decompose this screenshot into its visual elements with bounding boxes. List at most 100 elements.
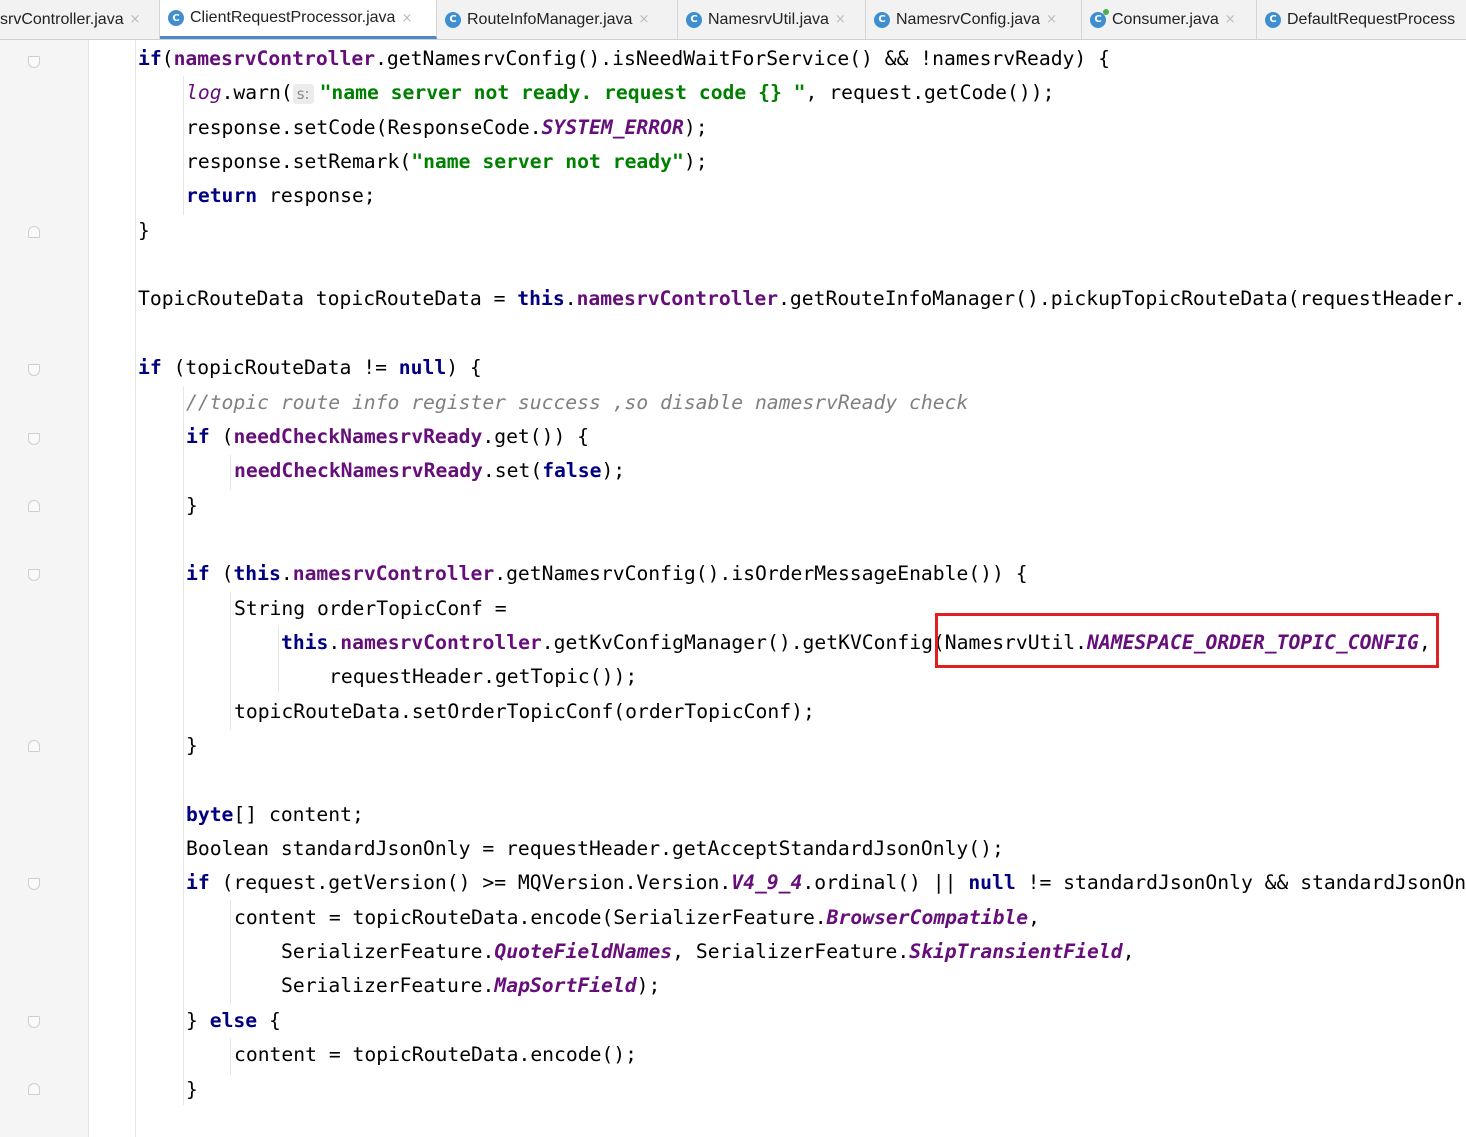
code-line[interactable]: } <box>138 214 150 248</box>
code-token: ) { <box>446 356 482 380</box>
code-token: "name server not ready" <box>411 150 684 174</box>
code-token: MapSortField <box>494 974 637 998</box>
code-token: response; <box>257 184 376 208</box>
code-token: SerializerFeature. <box>281 974 495 998</box>
indent-guide <box>183 386 184 1105</box>
code-line[interactable]: if (topicRouteData != null) { <box>138 351 482 385</box>
code-token: .getRouteInfoManager().pickupTopicRouteD… <box>778 287 1466 311</box>
code-line[interactable]: response.setCode(ResponseCode.SYSTEM_ERR… <box>186 111 708 145</box>
code-line[interactable]: SerializerFeature.QuoteFieldNames, Seria… <box>281 935 1134 969</box>
code-token: needCheckNamesrvReady <box>234 459 483 483</box>
code-token: ( <box>209 562 234 586</box>
code-line[interactable]: if (request.getVersion() >= MQVersion.Ve… <box>186 866 1466 900</box>
code-token: , <box>1028 905 1041 929</box>
code-token: . <box>564 287 577 311</box>
code-token: if <box>186 871 210 895</box>
code-token: namesrvController <box>340 630 542 654</box>
code-line[interactable]: content = topicRouteData.encode(Serializ… <box>234 901 1040 935</box>
code-line[interactable]: } <box>186 1073 198 1107</box>
code-token: . <box>280 562 293 586</box>
code-token: [] content; <box>233 802 364 826</box>
code-line[interactable]: } <box>186 729 198 763</box>
code-token: } <box>186 1077 198 1101</box>
indent-guide <box>183 76 184 215</box>
code-token: SkipTransientField <box>909 940 1123 964</box>
code-token: ( <box>209 424 234 448</box>
code-token: if <box>186 424 210 448</box>
code-token: } <box>186 493 198 517</box>
code-token: , request.getCode()); <box>805 81 1055 105</box>
code-token: } <box>138 218 150 242</box>
code-token: this <box>517 287 565 311</box>
code-token: else <box>209 1008 258 1032</box>
code-token: ); <box>601 459 626 483</box>
code-token: ); <box>636 974 661 998</box>
code-line[interactable]: byte[] content; <box>186 798 364 832</box>
indent-guide <box>230 592 231 730</box>
code-token: requestHeader.getTopic()); <box>329 665 638 689</box>
code-token: response.setRemark( <box>186 150 412 174</box>
code-line[interactable]: if (this.namesrvController.getNamesrvCon… <box>186 557 1028 591</box>
code-token: byte <box>186 802 234 826</box>
indent-guide <box>278 626 279 693</box>
code-token: SerializerFeature. <box>281 940 495 964</box>
code-line[interactable]: topicRouteData.setOrderTopicConf(orderTo… <box>234 695 815 729</box>
code-line[interactable]: //topic route info register success ,so … <box>186 386 968 420</box>
code-token: this <box>233 562 281 586</box>
code-token: . <box>328 630 341 654</box>
code-token: V4_9_4 <box>731 871 803 895</box>
code-token: { <box>257 1008 281 1032</box>
code-line[interactable]: content = topicRouteData.encode(); <box>234 1038 637 1072</box>
indent-guide <box>230 455 231 490</box>
code-token: "name server not ready. request code {} … <box>319 81 806 105</box>
code-token: .warn( <box>221 81 293 105</box>
indent-guide <box>230 900 231 1005</box>
code-token: .getNamesrvConfig().isNeedWaitForService… <box>375 47 1110 70</box>
code-line[interactable]: } <box>186 489 198 523</box>
parameter-hint: s: <box>292 83 314 104</box>
code-token: topicRouteData.setOrderTopicConf(orderTo… <box>234 699 815 723</box>
code-line[interactable]: TopicRouteData topicRouteData = this.nam… <box>138 282 1466 316</box>
code-line[interactable]: } else { <box>186 1004 281 1038</box>
code-line[interactable]: log.warn(s: "name server not ready. reque… <box>186 76 1054 110</box>
code-line[interactable]: if (needCheckNamesrvReady.get()) { <box>186 420 589 454</box>
code-token: BrowserCompatible <box>826 905 1029 929</box>
code-token: .set( <box>482 459 543 483</box>
code-token: namesrvController <box>292 562 495 586</box>
code-token: SYSTEM_ERROR <box>541 115 684 139</box>
code-token: return <box>186 184 258 208</box>
code-token: if <box>186 562 210 586</box>
code-token: ( <box>161 47 174 70</box>
code-line[interactable]: String orderTopicConf = <box>234 592 507 626</box>
code-token: ); <box>683 150 708 174</box>
highlight-box <box>935 613 1439 668</box>
code-line[interactable]: requestHeader.getTopic()); <box>329 660 637 694</box>
code-token: null <box>398 356 447 380</box>
code-token: this <box>281 630 329 654</box>
code-token: String orderTopicConf = <box>234 596 507 620</box>
code-line[interactable]: SerializerFeature.MapSortField); <box>281 969 660 1003</box>
indent-guide <box>230 1038 231 1075</box>
code-token: , <box>1122 940 1135 964</box>
code-token: } <box>186 1008 210 1032</box>
code-token: QuoteFieldNames <box>494 940 673 964</box>
code-line[interactable]: response.setRemark("name server not read… <box>186 145 708 179</box>
code-token: (topicRouteData != <box>161 356 399 380</box>
code-token: , SerializerFeature. <box>672 940 910 964</box>
code-token: TopicRouteData topicRouteData = <box>138 287 518 311</box>
code-token: if <box>138 356 162 380</box>
code-token: ); <box>683 115 708 139</box>
code-token: != standardJsonOnly && standardJsonOn <box>1015 871 1466 895</box>
code-token: (request.getVersion() >= MQVersion.Versi… <box>209 871 732 895</box>
code-line[interactable]: Boolean standardJsonOnly = requestHeader… <box>186 832 1004 866</box>
code-token: false <box>542 459 602 483</box>
code-line[interactable]: return response; <box>186 179 376 213</box>
code-token: if <box>138 47 162 70</box>
code-token: Boolean standardJsonOnly = requestHeader… <box>186 837 1004 861</box>
code-token: log <box>186 81 222 105</box>
code-token: //topic route info register success ,so … <box>186 390 969 414</box>
code-token: } <box>186 734 198 757</box>
code-editor[interactable]: if(namesrvController.getNamesrvConfig().… <box>0 0 1466 1137</box>
code-line[interactable]: if(namesrvController.getNamesrvConfig().… <box>138 42 1110 76</box>
code-line[interactable]: needCheckNamesrvReady.set(false); <box>234 454 625 488</box>
